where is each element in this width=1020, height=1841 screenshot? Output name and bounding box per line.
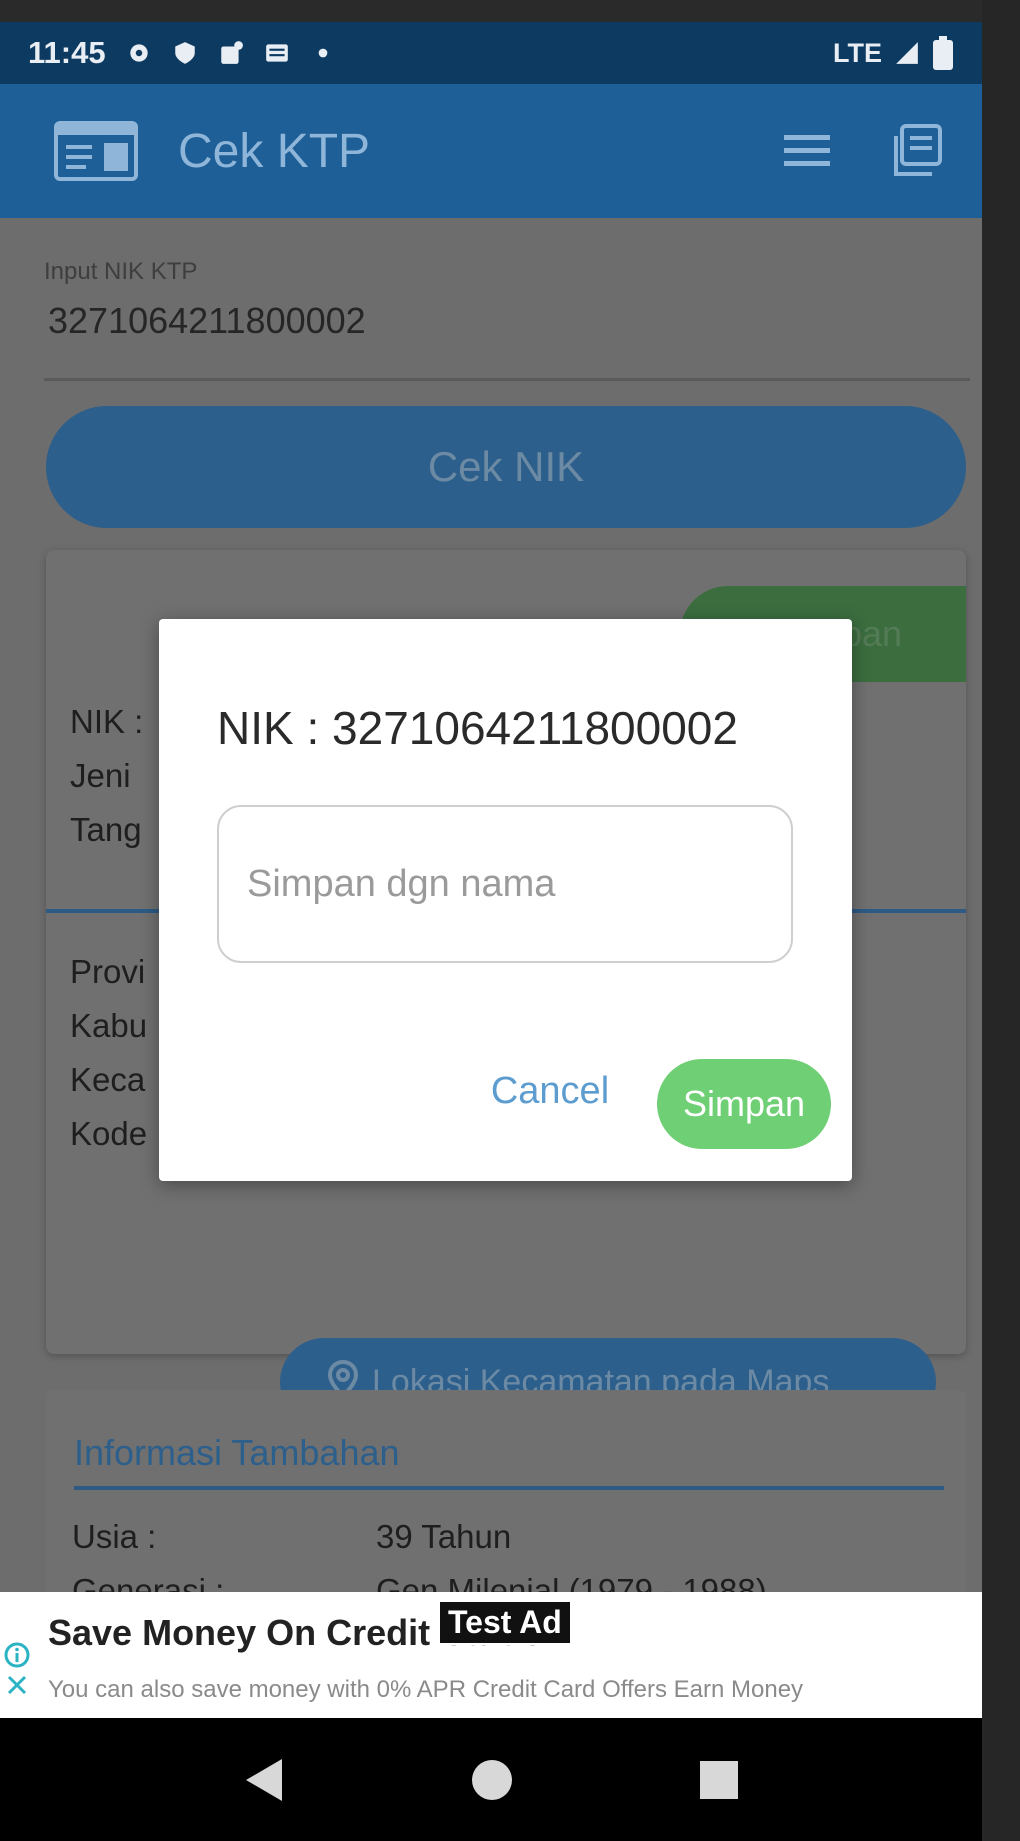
news-icon	[265, 44, 288, 62]
save-button[interactable]: Simpan	[657, 1059, 831, 1149]
info-label: Usia :	[72, 1518, 157, 1555]
signal-icon	[896, 42, 918, 64]
network-type: LTE	[833, 37, 882, 68]
device-frame-right	[982, 0, 1020, 1841]
nik-label: Input NIK KTP	[44, 258, 198, 285]
status-bar: 11:45 LTE	[0, 22, 982, 84]
dialog-title: NIK : 3271064211800002	[217, 702, 738, 754]
app-title: Cek KTP	[178, 124, 371, 178]
info-title: Informasi Tambahan	[74, 1432, 400, 1473]
field-label: Jeni	[70, 757, 131, 794]
settings-icon	[129, 44, 148, 62]
recents-icon[interactable]	[698, 1759, 740, 1801]
test-ad-badge: Test Ad	[438, 1600, 572, 1645]
home-icon[interactable]	[470, 1758, 514, 1802]
nik-input[interactable]: 3271064211800002	[48, 300, 366, 342]
ad-choices[interactable]	[4, 1642, 30, 1698]
back-icon[interactable]	[242, 1757, 286, 1803]
info-value: 39 Tahun	[376, 1518, 512, 1555]
ad-info-icon[interactable]	[4, 1642, 30, 1668]
ad-description: You can also save money with 0% APR Cred…	[48, 1676, 804, 1703]
info-divider	[74, 1486, 944, 1490]
cek-nik-button[interactable]: Cek NIK	[46, 406, 966, 528]
save-name-input[interactable]	[217, 805, 793, 963]
status-time: 11:45	[28, 35, 106, 70]
field-label: Kode	[70, 1115, 148, 1152]
field-label: Keca	[70, 1061, 146, 1098]
shield-icon	[174, 42, 195, 64]
navigation-bar	[0, 1718, 982, 1841]
app-bar: Cek KTP	[0, 84, 982, 218]
ad-banner[interactable]: Save Money On Credit Cards You can also …	[0, 1592, 982, 1718]
copy-icon[interactable]	[888, 124, 942, 178]
info-card: Informasi Tambahan Usia : 39 Tahun Gener…	[46, 1390, 966, 1609]
menu-icon[interactable]	[784, 133, 830, 169]
identity-fields: NIK : Jeni Tang	[70, 695, 143, 857]
cancel-button[interactable]: Cancel	[475, 1055, 625, 1127]
ad-close-icon[interactable]	[4, 1672, 30, 1698]
notification-icon	[220, 41, 243, 64]
field-label: Tang	[70, 811, 142, 848]
input-underline	[44, 378, 970, 381]
field-label: Kabu	[70, 1007, 148, 1044]
device-frame-top	[0, 0, 1020, 22]
dot-icon	[318, 48, 327, 58]
region-fields: Provi Kabu Keca Kode	[70, 945, 147, 1161]
field-label: Provi	[70, 953, 146, 990]
field-label: NIK :	[70, 703, 144, 740]
id-card-icon	[54, 121, 138, 181]
save-dialog: NIK : 3271064211800002 Cancel Simpan	[159, 619, 852, 1181]
battery-icon	[933, 36, 953, 70]
